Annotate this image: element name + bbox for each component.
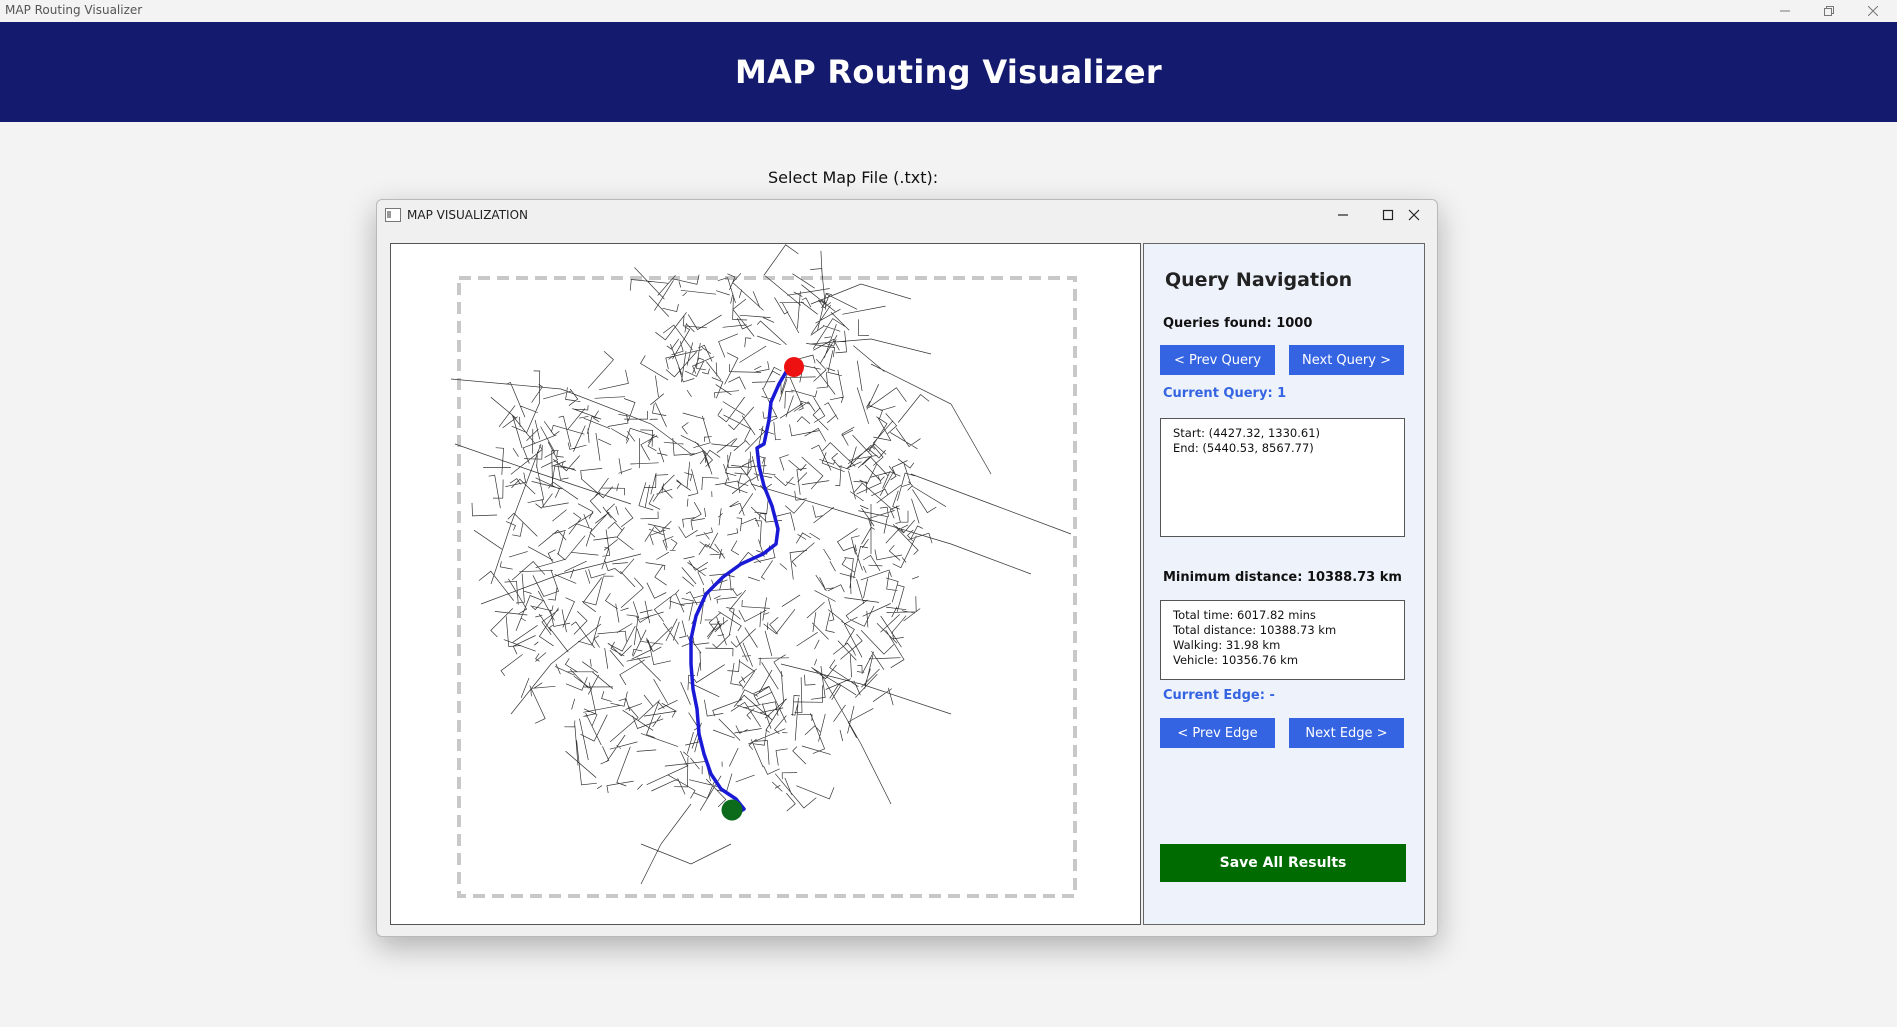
- query-end-line: End: (5440.53, 8567.77): [1173, 441, 1314, 455]
- query-start-line: Start: (4427.32, 1330.61): [1173, 426, 1321, 440]
- query-navigation-panel: Query Navigation Queries found: 1000 < P…: [1143, 243, 1425, 925]
- viz-window-title: MAP VISUALIZATION: [407, 208, 528, 222]
- map-bounds: [457, 276, 1077, 898]
- total-time-line: Total time: 6017.82 mins: [1173, 608, 1316, 622]
- minimize-icon: [1338, 214, 1348, 216]
- app-window-icon: [385, 208, 401, 222]
- walking-line: Walking: 31.98 km: [1173, 638, 1281, 652]
- viz-titlebar[interactable]: MAP VISUALIZATION: [377, 200, 1437, 230]
- app-window-title: MAP Routing Visualizer: [5, 3, 143, 17]
- end-marker[interactable]: [721, 799, 743, 821]
- current-edge-label: Current Edge: -: [1163, 688, 1275, 703]
- close-icon: [1408, 209, 1420, 221]
- next-query-button[interactable]: Next Query >: [1289, 345, 1404, 375]
- select-map-file-label: Select Map File (.txt):: [768, 168, 939, 187]
- road-segments: [450, 244, 1072, 885]
- map-svg[interactable]: [391, 244, 1140, 924]
- total-distance-line: Total distance: 10388.73 km: [1173, 623, 1337, 637]
- app-titlebar: MAP Routing Visualizer: [0, 0, 1897, 22]
- prev-edge-button[interactable]: < Prev Edge: [1160, 718, 1275, 748]
- minimize-button[interactable]: [1763, 0, 1807, 22]
- map-visualization-window: MAP VISUALIZATION Query Navigation Queri…: [376, 199, 1438, 937]
- vehicle-line: Vehicle: 10356.76 km: [1173, 653, 1299, 667]
- road-network: [450, 244, 1072, 885]
- prev-query-button[interactable]: < Prev Query: [1160, 345, 1275, 375]
- result-details-box[interactable]: Total time: 6017.82 mins Total distance:…: [1160, 600, 1405, 680]
- minimum-distance-label: Minimum distance: 10388.73 km: [1163, 570, 1402, 585]
- page-title: MAP Routing Visualizer: [735, 53, 1162, 91]
- map-canvas[interactable]: [390, 243, 1141, 925]
- next-edge-button[interactable]: Next Edge >: [1289, 718, 1404, 748]
- viz-close-button[interactable]: [1392, 200, 1436, 230]
- save-all-results-button[interactable]: Save All Results: [1160, 844, 1406, 882]
- restore-button[interactable]: [1807, 0, 1851, 22]
- current-query-label: Current Query: 1: [1163, 386, 1287, 401]
- close-app-button[interactable]: [1851, 0, 1895, 22]
- minimize-icon: [1780, 10, 1790, 12]
- queries-found-label: Queries found: 1000: [1163, 316, 1313, 331]
- query-details-box[interactable]: Start: (4427.32, 1330.61) End: (5440.53,…: [1160, 418, 1405, 537]
- close-icon: [1868, 6, 1878, 16]
- header-banner: MAP Routing Visualizer: [0, 22, 1897, 122]
- restore-icon: [1824, 6, 1834, 16]
- query-navigation-title: Query Navigation: [1165, 269, 1353, 291]
- start-marker[interactable]: [784, 357, 804, 377]
- route-path: [689, 365, 796, 816]
- viz-minimize-button[interactable]: [1321, 200, 1365, 230]
